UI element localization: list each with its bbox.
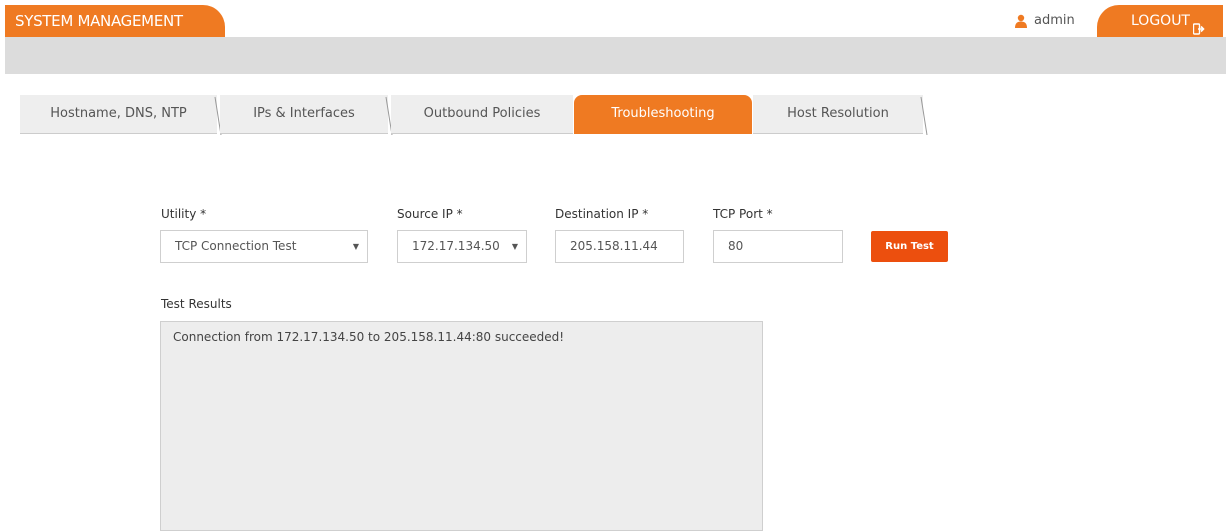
source-ip-label: Source IP * bbox=[397, 207, 463, 221]
test-results-box[interactable]: Connection from 172.17.134.50 to 205.158… bbox=[160, 321, 763, 531]
chevron-down-icon: ▼ bbox=[507, 231, 518, 262]
destination-ip-input[interactable]: 205.158.11.44 bbox=[555, 230, 684, 263]
chevron-down-icon: ▼ bbox=[352, 242, 359, 251]
tab-label: Troubleshooting bbox=[611, 106, 715, 121]
tab-ips-interfaces[interactable]: IPs & Interfaces bbox=[220, 95, 393, 135]
logout-button[interactable]: LOGOUT bbox=[1097, 5, 1223, 37]
tcp-port-input[interactable]: 80 bbox=[713, 230, 843, 263]
top-header: SYSTEM MANAGEMENT admin LOGOUT bbox=[0, 0, 1226, 37]
tab-separator bbox=[920, 96, 928, 135]
run-test-button[interactable]: Run Test bbox=[871, 231, 948, 262]
test-results-label: Test Results bbox=[161, 297, 232, 311]
utility-value: TCP Connection Test bbox=[175, 239, 297, 253]
tab-bar: Hostname, DNS, NTP IPs & Interfaces Outb… bbox=[20, 95, 930, 135]
utility-label: Utility * bbox=[161, 207, 207, 221]
destination-ip-value: 205.158.11.44 bbox=[570, 239, 658, 253]
tcp-port-value: 80 bbox=[728, 239, 744, 253]
destination-ip-label: Destination IP * bbox=[555, 207, 649, 221]
user-info: admin bbox=[1014, 11, 1075, 29]
source-ip-value: 172.17.134.50 bbox=[412, 239, 500, 253]
logout-icon bbox=[1192, 15, 1205, 35]
username: admin bbox=[1034, 12, 1075, 28]
tab-label: Outbound Policies bbox=[423, 106, 541, 121]
tab-label: Host Resolution bbox=[787, 106, 889, 121]
tcp-port-label: TCP Port * bbox=[713, 207, 773, 221]
tab-label: Hostname, DNS, NTP bbox=[50, 106, 187, 121]
tab-host-resolution[interactable]: Host Resolution bbox=[753, 95, 928, 135]
tab-label: IPs & Interfaces bbox=[253, 106, 355, 121]
tab-hostname-dns-ntp[interactable]: Hostname, DNS, NTP bbox=[20, 95, 222, 135]
utility-select[interactable]: TCP Connection Test ▼ bbox=[160, 230, 368, 263]
logout-label: LOGOUT bbox=[1131, 13, 1190, 29]
tab-troubleshooting[interactable]: Troubleshooting bbox=[574, 95, 752, 134]
sub-header-bar bbox=[5, 37, 1226, 74]
user-icon bbox=[1014, 13, 1028, 28]
test-results-text: Connection from 172.17.134.50 to 205.158… bbox=[173, 330, 565, 344]
app-title: SYSTEM MANAGEMENT bbox=[5, 5, 225, 37]
source-ip-select[interactable]: 172.17.134.50 ▼ bbox=[397, 230, 527, 263]
tab-outbound-policies[interactable]: Outbound Policies bbox=[391, 95, 573, 134]
